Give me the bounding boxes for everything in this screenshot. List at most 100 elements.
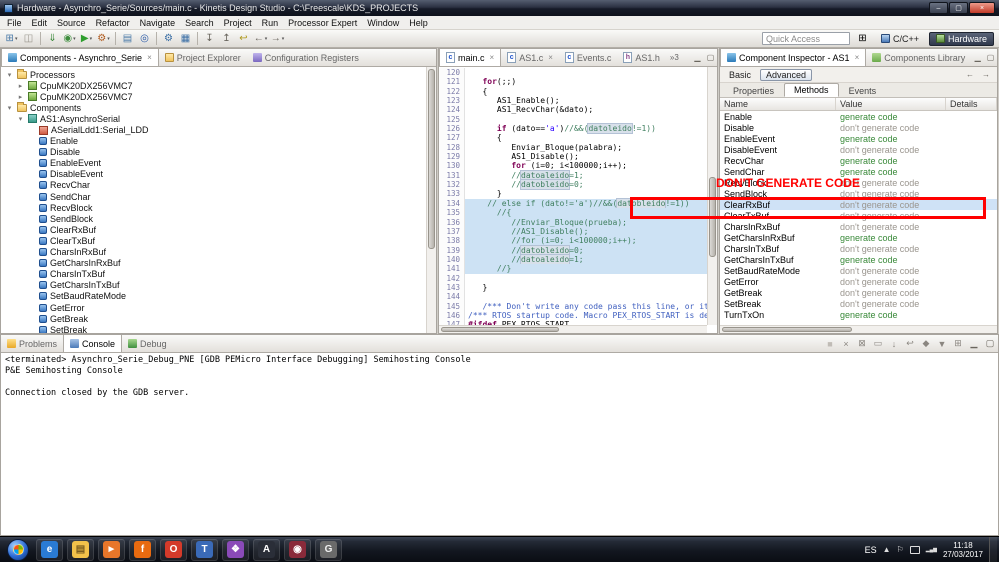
code-line[interactable]: 131 //datoaleido=1;	[439, 170, 707, 181]
code-line[interactable]: 141 //}	[439, 264, 707, 274]
pe-components-icon[interactable]: ▦	[178, 31, 193, 46]
close-tab-icon[interactable]: ×	[855, 53, 860, 62]
column-header-details[interactable]: Details	[946, 98, 997, 110]
tree-item-sendblock[interactable]: SendBlock	[1, 213, 426, 224]
new-c-file-icon[interactable]: ▤	[120, 31, 135, 46]
display-selected-console-icon[interactable]: ▼	[935, 339, 949, 349]
code-line[interactable]: 132 //datobleido=0;	[439, 180, 707, 190]
minimize-button[interactable]: –	[929, 2, 948, 14]
taskbar-firefox[interactable]: f	[129, 538, 156, 561]
code-line[interactable]: 123 AS1_Enable();	[439, 96, 707, 106]
close-tab-icon[interactable]: ×	[147, 53, 152, 62]
new-icon[interactable]: ⊞ ▾	[4, 31, 19, 46]
scrollbar-thumb[interactable]	[722, 327, 852, 332]
method-row-enableevent[interactable]: EnableEvent generate code	[720, 133, 997, 144]
tree-item-as1-asynchroserial[interactable]: ▾ AS1:AsynchroSerial	[1, 113, 426, 124]
console-tab-debug[interactable]: Debug	[122, 335, 173, 352]
code-line[interactable]: 146/*** RTOS startup code. Macro PEX_RTO…	[439, 310, 709, 321]
previous-annotation-icon[interactable]: ↥	[219, 31, 234, 46]
taskbar-internet-explorer[interactable]: e	[36, 538, 63, 561]
right-tab-components-library[interactable]: Components Library	[866, 49, 971, 66]
method-value[interactable]: generate code	[836, 233, 946, 243]
open-console-icon[interactable]: ⊞	[951, 338, 965, 349]
editor-tab-main-c[interactable]: c main.c ×	[439, 49, 502, 66]
code-line[interactable]: 143 }	[439, 282, 707, 293]
quick-access-input[interactable]: Quick Access	[761, 32, 850, 45]
editor-tab-as1-h[interactable]: h AS1.h	[617, 49, 666, 66]
scroll-lock-icon[interactable]: ↓	[887, 339, 901, 349]
tree-item-recvblock[interactable]: RecvBlock	[1, 202, 426, 213]
tree-item-setbreak[interactable]: SetBreak	[1, 324, 426, 333]
code-line[interactable]: 142	[439, 273, 707, 283]
start-button[interactable]	[7, 538, 29, 561]
method-row-getbreak[interactable]: GetBreak don't generate code	[720, 287, 997, 298]
editor-horizontal-scrollbar[interactable]	[439, 325, 707, 333]
tree-item-sendchar[interactable]: SendChar	[1, 191, 426, 202]
left-tab-project-explorer[interactable]: Project Explorer	[159, 49, 247, 66]
menu-refactor[interactable]: Refactor	[91, 17, 135, 29]
run-dropdown-icon[interactable]: ▾	[90, 36, 93, 42]
remove-launch-icon[interactable]: ×	[839, 339, 853, 349]
tree-item-charsintxbuf[interactable]: CharsInTxBuf	[1, 269, 426, 280]
inspector-tab-events[interactable]: Events	[839, 84, 887, 97]
column-header-value[interactable]: Value	[836, 98, 946, 110]
method-value[interactable]: generate code	[836, 134, 946, 144]
forward-icon[interactable]: →	[980, 69, 992, 81]
tray-expand-icon[interactable]: ▲	[883, 545, 891, 554]
flash-download-icon[interactable]: ⇓	[45, 31, 60, 46]
tree-item-disable[interactable]: Disable	[1, 147, 426, 158]
tree-item-enable[interactable]: Enable	[1, 136, 426, 147]
code-line[interactable]: 128 Enviar_Bloque(palabra);	[439, 142, 707, 153]
code-line[interactable]: 129 AS1_Disable();	[439, 152, 707, 162]
close-tab-icon[interactable]: ×	[490, 53, 495, 62]
save-icon[interactable]: ◫	[21, 31, 36, 46]
left-tab-components-asynchro-serie[interactable]: Components - Asynchro_Serie ×	[1, 49, 159, 66]
code-line[interactable]: 140 //datoaleido=1;	[439, 254, 707, 265]
method-value[interactable]: don't generate code	[836, 244, 946, 254]
method-row-enable[interactable]: Enable generate code	[720, 111, 997, 122]
tree-item-getbreak[interactable]: GetBreak	[1, 313, 426, 324]
menu-navigate[interactable]: Navigate	[135, 17, 181, 29]
components-scrollbar[interactable]	[426, 67, 436, 333]
inspector-tab-properties[interactable]: Properties	[723, 84, 784, 97]
search-icon[interactable]: ◎	[137, 31, 152, 46]
back-dropdown-icon[interactable]: ▾	[265, 36, 268, 42]
maximize-inspector-icon[interactable]: ▢	[984, 53, 997, 62]
network-icon[interactable]	[909, 545, 920, 554]
code-line[interactable]: 139 //datobleido=0;	[439, 245, 707, 255]
method-row-turntxon[interactable]: TurnTxOn generate code	[720, 309, 997, 320]
tree-item-disableevent[interactable]: DisableEvent	[1, 169, 426, 180]
close-button[interactable]: ×	[969, 2, 995, 14]
code-line[interactable]: 144	[439, 292, 707, 302]
perspective-hardware-button[interactable]: Hardware	[928, 31, 994, 46]
method-row-disable[interactable]: Disable don't generate code	[720, 122, 997, 133]
console-output[interactable]: <terminated> Asynchro_Serie_Debug_PNE [G…	[1, 353, 998, 535]
clock[interactable]: 11:18 27/03/2017	[943, 541, 983, 559]
tree-item-geterror[interactable]: GetError	[1, 302, 426, 313]
minimize-view-icon[interactable]: ▁	[967, 338, 981, 349]
column-header-name[interactable]: Name	[720, 98, 836, 110]
clear-console-icon[interactable]: ▭	[871, 338, 885, 349]
pin-console-icon[interactable]: ◆	[919, 338, 933, 349]
minimize-editor-icon[interactable]: ▁	[691, 53, 704, 62]
basic-mode-button[interactable]: Basic	[724, 69, 756, 81]
word-wrap-icon[interactable]: ↩	[903, 338, 917, 349]
code-line[interactable]: 127 {	[439, 133, 707, 143]
scrollbar-thumb[interactable]	[441, 327, 559, 332]
tree-item-aserialldd1-serial-ldd[interactable]: ASerialLdd1:Serial_LDD	[1, 124, 426, 135]
taskbar-office[interactable]: ❖	[222, 538, 249, 561]
right-tab-component-inspector-as1[interactable]: Component Inspector - AS1 ×	[720, 49, 867, 66]
advanced-mode-button[interactable]: Advanced	[760, 68, 813, 81]
tree-item-enableevent[interactable]: EnableEvent	[1, 158, 426, 169]
back-icon[interactable]: ←	[964, 69, 976, 81]
tree-item-components[interactable]: ▾ Components	[1, 101, 426, 113]
close-tab-icon[interactable]: ×	[548, 53, 553, 62]
tree-item-getcharsintxbuf[interactable]: GetCharsInTxBuf	[1, 280, 426, 291]
method-value[interactable]: don't generate code	[836, 288, 946, 298]
inspector-horizontal-scrollbar[interactable]	[720, 325, 997, 333]
code-line[interactable]: 130 for (i=0; i<100000;i++);	[439, 161, 707, 171]
inspector-tab-methods[interactable]: Methods	[784, 83, 839, 97]
method-row-getcharsinrxbuf[interactable]: GetCharsInRxBuf generate code	[720, 232, 997, 243]
editor-tab-events-c[interactable]: c Events.c	[559, 49, 618, 66]
taskbar-thunderbird[interactable]: T	[191, 538, 218, 561]
